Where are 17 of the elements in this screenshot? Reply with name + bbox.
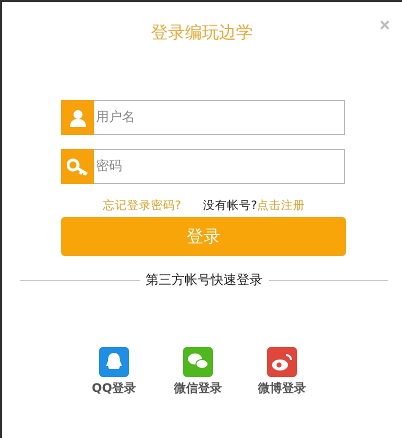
register-link[interactable]: 点击注册 bbox=[257, 198, 306, 213]
input-field[interactable]: 密码 bbox=[94, 149, 345, 184]
weibo-login-link[interactable]: 微博登录 bbox=[250, 347, 314, 397]
input-field[interactable]: 用户名 bbox=[94, 100, 345, 135]
key-icon bbox=[61, 149, 94, 184]
login-button[interactable]: 登录 bbox=[61, 217, 346, 256]
qq-login-link[interactable]: QQ登录 bbox=[82, 347, 146, 397]
divider-text: 第三方帐号快速登录 bbox=[146, 272, 262, 289]
penguin-icon bbox=[99, 347, 129, 377]
forgot-password-link[interactable]: 忘记登录密码? bbox=[102, 198, 181, 213]
dialog-title: 登录编玩边学 bbox=[151, 22, 253, 45]
no-account-text: 没有帐号? bbox=[203, 198, 258, 213]
eye-icon bbox=[267, 347, 297, 377]
user-icon bbox=[61, 100, 94, 135]
wechat-login-link[interactable]: 微信登录 bbox=[166, 347, 230, 397]
close-button[interactable]: × bbox=[379, 16, 390, 34]
chat-bubbles-icon bbox=[183, 347, 213, 377]
